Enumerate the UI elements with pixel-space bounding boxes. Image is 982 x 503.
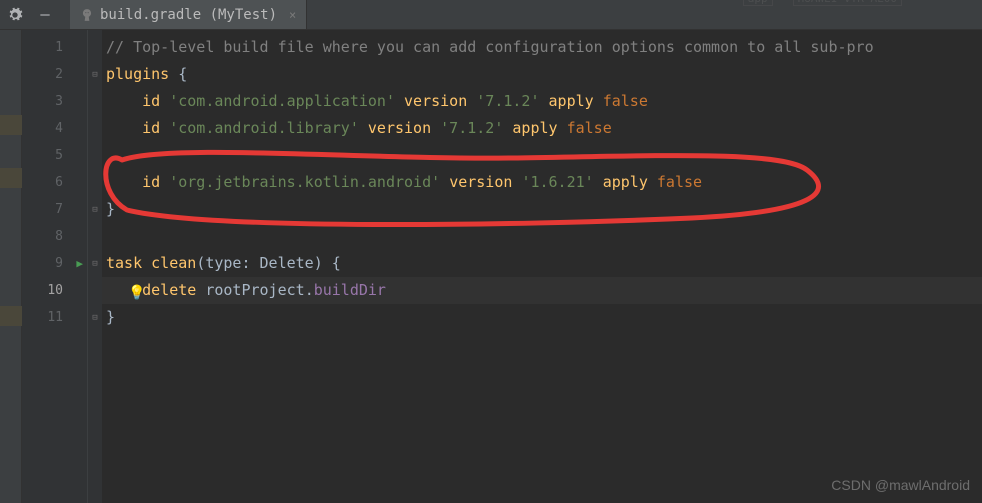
line-number: 10 xyxy=(22,277,87,304)
file-tab-label: build.gradle (MyTest) xyxy=(100,7,277,23)
editor-area: 1 2 3 4 5 6 7 8 9▶ 10 11 ⊟ ⊟ ⊟ ⊟ // Top-… xyxy=(0,30,982,503)
line-number-gutter: 1 2 3 4 5 6 7 8 9▶ 10 11 xyxy=(22,30,88,503)
line-number: 6 xyxy=(22,169,87,196)
line-number: 3 xyxy=(22,88,87,115)
close-tab-icon[interactable]: × xyxy=(289,8,296,22)
gradle-file-icon xyxy=(80,8,94,22)
fold-close-icon[interactable]: ⊟ xyxy=(88,196,102,223)
collapse-icon[interactable] xyxy=(36,6,54,24)
line-number: 8 xyxy=(22,223,87,250)
fold-open-icon[interactable]: ⊟ xyxy=(88,250,102,277)
line-number: 5 xyxy=(22,142,87,169)
code-line xyxy=(102,223,982,250)
code-line xyxy=(102,142,982,169)
intention-bulb-icon[interactable]: 💡 xyxy=(128,280,144,296)
watermark: CSDN @mawlAndroid xyxy=(831,477,970,493)
code-editor[interactable]: // Top-level build file where you can ad… xyxy=(102,30,982,503)
code-line: // Top-level build file where you can ad… xyxy=(102,34,982,61)
code-line: } xyxy=(102,304,982,331)
code-line: id 'com.android.library' version '7.1.2'… xyxy=(102,115,982,142)
fold-stripe: ⊟ ⊟ ⊟ ⊟ xyxy=(88,30,102,503)
code-line: task clean(type: Delete) { xyxy=(102,250,982,277)
settings-icon[interactable] xyxy=(6,6,24,24)
bookmark-marker xyxy=(0,168,22,188)
line-number: 2 xyxy=(22,61,87,88)
line-number: 11 xyxy=(22,304,87,331)
left-tool-stripe xyxy=(0,30,22,503)
code-line: } xyxy=(102,196,982,223)
code-line: id 'org.jetbrains.kotlin.android' versio… xyxy=(102,169,982,196)
file-tab-build-gradle[interactable]: build.gradle (MyTest) × xyxy=(70,0,307,29)
code-line: plugins { xyxy=(102,61,982,88)
line-number: 4 xyxy=(22,115,87,142)
fold-open-icon[interactable]: ⊟ xyxy=(88,61,102,88)
code-line: id 'com.android.application' version '7.… xyxy=(102,88,982,115)
top-toolbar-fragment: app HUAWEI VTR-AL00 xyxy=(743,0,902,6)
fold-close-icon[interactable]: ⊟ xyxy=(88,304,102,331)
fold-marker xyxy=(88,34,102,61)
run-config-chip[interactable]: app xyxy=(743,0,773,6)
device-chip[interactable]: HUAWEI VTR-AL00 xyxy=(793,0,902,6)
code-line-current: delete rootProject.buildDir xyxy=(102,277,982,304)
line-number: 1 xyxy=(22,34,87,61)
bookmark-marker xyxy=(0,115,22,135)
line-number: 7 xyxy=(22,196,87,223)
run-gutter-icon[interactable]: ▶ xyxy=(76,257,83,270)
bookmark-marker xyxy=(0,306,22,326)
line-number: 9▶ xyxy=(22,250,87,277)
